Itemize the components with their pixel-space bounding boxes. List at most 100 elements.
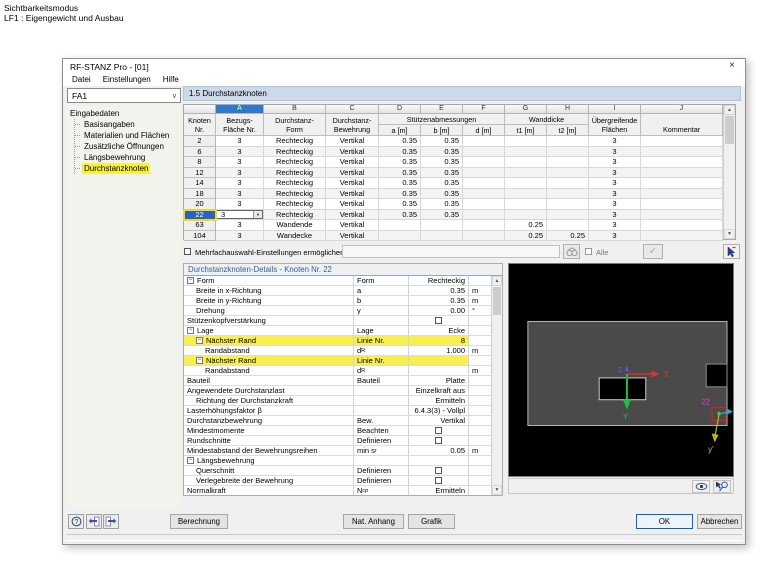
3d-view-canvas[interactable]: Z X Y 22 y' <box>509 264 733 476</box>
cell-form[interactable]: Rechteckig <box>264 188 326 199</box>
scroll-thumb[interactable] <box>493 287 501 315</box>
column-letter-d[interactable]: D <box>379 105 421 114</box>
cell-d[interactable] <box>463 230 505 241</box>
cell-form[interactable]: Rechteckig <box>264 178 326 189</box>
cell-t2[interactable] <box>547 199 589 210</box>
cell-bezugsflaeche[interactable]: 3 <box>216 188 264 199</box>
cell-uebergreifende[interactable]: 3 <box>589 136 641 147</box>
details-value[interactable]: Platte <box>409 376 469 386</box>
checkbox[interactable] <box>435 317 442 324</box>
cell-bezugsflaeche[interactable]: 3 ▼ <box>216 209 264 220</box>
column-letter-i[interactable]: I <box>589 105 641 114</box>
details-value[interactable]: 0.35 <box>409 296 469 306</box>
column-letter-a[interactable]: A <box>216 105 264 114</box>
cell-a[interactable]: 0.35 <box>379 136 421 147</box>
graphic-viewport[interactable]: Z X Y 22 y' <box>508 263 734 477</box>
cell-bewehrung[interactable]: Vertikal <box>326 188 379 199</box>
cell-t2[interactable] <box>547 188 589 199</box>
menu-einstellungen[interactable]: Einstellungen <box>97 74 157 86</box>
cell-t2[interactable] <box>547 146 589 157</box>
cell-form[interactable]: Rechteckig <box>264 199 326 210</box>
tree-item-oeffnungen[interactable]: Zusätzliche Öffnungen <box>75 141 181 152</box>
details-row[interactable]: Rundschnitte Definieren <box>184 436 493 446</box>
details-row[interactable]: Breite in x-Richtung a 0.35 m <box>184 286 493 296</box>
case-selector[interactable]: FA1 ∨ <box>67 88 181 103</box>
opening-center[interactable] <box>598 377 647 401</box>
cell-d[interactable] <box>463 199 505 210</box>
details-row[interactable]: Breite in y-Richtung b 0.35 m <box>184 296 493 306</box>
column-letter-h[interactable]: H <box>547 105 589 114</box>
cell-bewehrung[interactable]: Vertikal <box>326 220 379 231</box>
cell-form[interactable]: Rechteckig <box>264 209 326 220</box>
details-row[interactable]: − Lage Lage Ecke <box>184 326 493 336</box>
cell-uebergreifende[interactable]: 3 <box>589 209 641 220</box>
collapse-icon[interactable]: − <box>196 357 203 364</box>
cell-kommentar[interactable] <box>641 136 724 147</box>
cell-kommentar[interactable] <box>641 146 724 157</box>
details-value[interactable]: 0.35 <box>409 286 469 296</box>
details-scrollbar[interactable]: ▲ ▼ <box>491 276 502 495</box>
cell-a[interactable]: 0.35 <box>379 209 421 220</box>
column-letter-c[interactable]: C <box>326 105 379 114</box>
details-value[interactable]: 1.000 <box>409 346 469 356</box>
pick-button[interactable] <box>723 244 740 259</box>
cell-d[interactable] <box>463 157 505 168</box>
cell-d[interactable] <box>463 209 505 220</box>
details-row[interactable]: Durchstanzbewehrung Bew. Vertikal <box>184 416 493 426</box>
column-letter-g[interactable]: G <box>505 105 547 114</box>
cell-b[interactable] <box>421 230 463 241</box>
cell-a[interactable] <box>379 220 421 231</box>
previous-table-button[interactable] <box>86 514 102 529</box>
cell-b[interactable]: 0.35 <box>421 188 463 199</box>
opening-right-edge[interactable] <box>705 363 728 388</box>
cell-kommentar[interactable] <box>641 188 724 199</box>
cell-kommentar[interactable] <box>641 178 724 189</box>
row-number-cell[interactable]: 6 <box>184 146 216 157</box>
details-row[interactable]: Richtung der Durchstanzkraft Ermitteln <box>184 396 493 406</box>
cell-t1[interactable] <box>505 167 547 178</box>
row-number-cell[interactable]: 63 <box>184 220 216 231</box>
cell-d[interactable] <box>463 188 505 199</box>
details-row[interactable]: − Nächster Rand Linie Nr. <box>184 356 493 366</box>
row-number-cell[interactable]: 2 <box>184 136 216 147</box>
cell-b[interactable]: 0.35 <box>421 167 463 178</box>
cell-d[interactable] <box>463 167 505 178</box>
scroll-thumb[interactable] <box>725 116 734 144</box>
details-value[interactable]: 8 <box>409 336 469 346</box>
details-value[interactable] <box>409 436 469 446</box>
cell-bezugsflaeche[interactable]: 3 <box>216 199 264 210</box>
cell-uebergreifende[interactable]: 3 <box>589 220 641 231</box>
close-icon[interactable]: × <box>719 59 745 74</box>
tree-item-laengsbewehrung[interactable]: Längsbewehrung <box>75 152 181 163</box>
collapse-icon[interactable]: − <box>187 327 194 334</box>
details-row[interactable]: − Form Form Rechteckig <box>184 276 493 286</box>
table-row[interactable]: 22 3 ▼ Rechteckig Vertikal 0.35 0.35 3 <box>183 208 724 221</box>
collapse-icon[interactable]: − <box>196 337 203 344</box>
cell-t1[interactable] <box>505 178 547 189</box>
cell-uebergreifende[interactable]: 3 <box>589 157 641 168</box>
cell-b[interactable]: 0.35 <box>421 178 463 189</box>
flaeche-combo[interactable]: 3 ▼ <box>216 209 263 219</box>
checkbox[interactable] <box>435 477 442 484</box>
cell-kommentar[interactable] <box>641 167 724 178</box>
cell-t2[interactable] <box>547 157 589 168</box>
cell-t1[interactable]: 0.25 <box>505 220 547 231</box>
cell-t1[interactable] <box>505 157 547 168</box>
cell-form[interactable]: Rechteckig <box>264 167 326 178</box>
details-row[interactable]: Randabstand d R 1.000 m <box>184 346 493 356</box>
scroll-up-icon[interactable]: ▲ <box>724 105 735 115</box>
details-value[interactable] <box>409 456 469 466</box>
cell-t2[interactable] <box>547 220 589 231</box>
cell-t2[interactable]: 0.25 <box>547 230 589 241</box>
cell-kommentar[interactable] <box>641 209 724 220</box>
collapse-icon[interactable]: − <box>187 457 194 464</box>
cell-a[interactable]: 0.35 <box>379 167 421 178</box>
table-row[interactable]: 104 3 Wandecke Vertikal 0.25 0.25 3 <box>184 230 724 241</box>
cell-t1[interactable] <box>505 188 547 199</box>
cell-a[interactable]: 0.35 <box>379 188 421 199</box>
cell-bewehrung[interactable]: Vertikal <box>326 178 379 189</box>
cell-d[interactable] <box>463 146 505 157</box>
cell-kommentar[interactable] <box>641 199 724 210</box>
chevron-down-icon[interactable]: ▼ <box>253 210 262 218</box>
cell-t1[interactable] <box>505 146 547 157</box>
